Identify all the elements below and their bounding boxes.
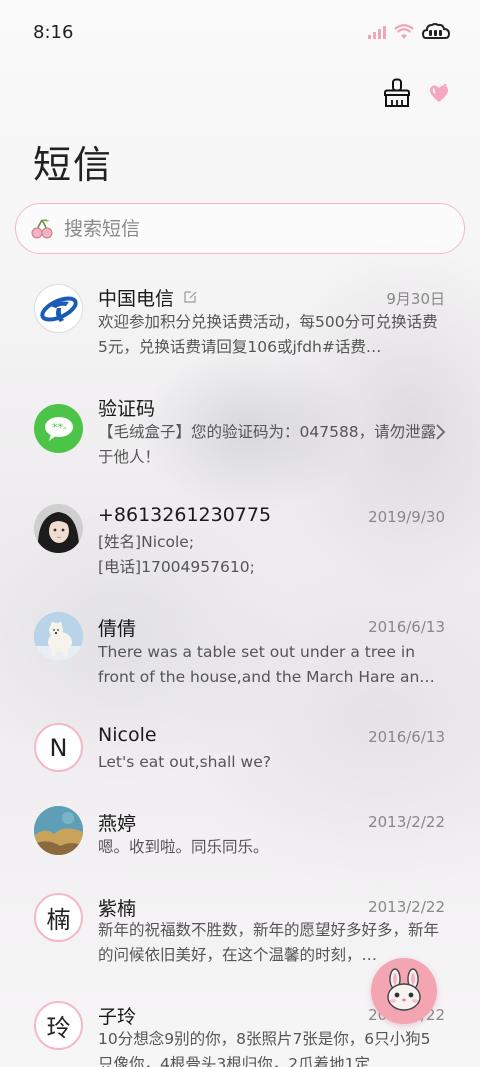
conversation-preview: 10分想念9别的你，8张照片7张是你，6只小狗5只像你，4根骨头3根归你，2爪着… xyxy=(98,1030,431,1067)
edit-icon xyxy=(184,291,197,303)
conversation-name: 燕婷 xyxy=(98,813,137,835)
photo-avatar-landscape xyxy=(34,806,83,855)
conversation-date: 2013/2/22 xyxy=(368,813,445,831)
conversation-preview: 欢迎参加积分兑换话费活动，每500分可兑换话费5元，兑换话费请回复106或jfd… xyxy=(98,313,438,356)
conversation-item[interactable]: 中国电信 9月30日 欢迎参加积分兑换话费活动，每500分可兑换话费5元，兑换话… xyxy=(0,270,480,380)
brush-icon[interactable] xyxy=(383,78,411,108)
photo-avatar-girl xyxy=(34,504,83,553)
conversation-item[interactable]: +8613261230775 2019/9/30 [姓名]Nicole; [电话… xyxy=(0,490,480,600)
compose-button[interactable] xyxy=(371,958,437,1024)
letter-avatar: 玲 xyxy=(34,1001,83,1050)
conversation-date: 2019/9/30 xyxy=(368,508,445,526)
conversation-date: 9月30日 xyxy=(386,290,445,308)
cherry-icon xyxy=(31,218,53,238)
wifi-icon xyxy=(394,24,414,39)
china-telecom-logo xyxy=(34,284,83,333)
battery-icon xyxy=(422,23,450,39)
conversation-preview: 嗯。收到啦。同乐同乐。 xyxy=(98,838,269,856)
status-time: 8:16 xyxy=(33,22,74,43)
search-bar[interactable] xyxy=(15,203,465,254)
conversation-name: +8613261230775 xyxy=(98,504,272,526)
conversation-name: 倩倩 xyxy=(98,618,137,640)
svg-text:**-: **- xyxy=(52,421,67,434)
conversation-name: 验证码 xyxy=(98,398,156,420)
conversation-name: 紫楠 xyxy=(98,898,137,920)
conversation-item[interactable]: 燕婷 2013/2/22 嗯。收到啦。同乐同乐。 xyxy=(0,795,480,905)
conversation-preview: 【毛绒盒子】您的验证码为：047588，请勿泄露于他人！ xyxy=(98,423,437,466)
message-bubble-icon: **- xyxy=(34,404,83,453)
conversation-name: Nicole xyxy=(98,724,157,746)
conversation-date: 2016/6/13 xyxy=(368,618,445,636)
photo-avatar-polar-bear xyxy=(34,612,83,661)
bunny-icon xyxy=(387,968,421,1011)
conversation-preview: [姓名]Nicole; [电话]17004957610; xyxy=(98,533,255,576)
conversation-date: 2013/2/22 xyxy=(368,898,445,916)
conversation-item[interactable]: 倩倩 2016/6/13 There was a table set out u… xyxy=(0,600,480,710)
status-bar: 8:16 xyxy=(0,0,480,64)
conversation-preview: Let's eat out,shall we? xyxy=(98,753,271,771)
signal-icon xyxy=(368,25,386,39)
conversation-name: 中国电信 xyxy=(98,288,175,310)
conversation-preview: There was a table set out under a tree i… xyxy=(98,643,435,686)
conversation-name: 子玲 xyxy=(98,1006,137,1028)
letter-avatar: 楠 xyxy=(34,893,83,942)
conversation-date: 2016/6/13 xyxy=(368,728,445,746)
chevron-right-icon[interactable] xyxy=(434,423,446,441)
page-title: 短信 xyxy=(33,143,114,187)
search-input[interactable] xyxy=(64,217,424,240)
letter-avatar: N xyxy=(34,723,83,772)
conversation-item[interactable]: **- 验证码 【毛绒盒子】您的验证码为：047588，请勿泄露于他人！ xyxy=(0,380,480,490)
heart-icon[interactable] xyxy=(428,82,450,104)
